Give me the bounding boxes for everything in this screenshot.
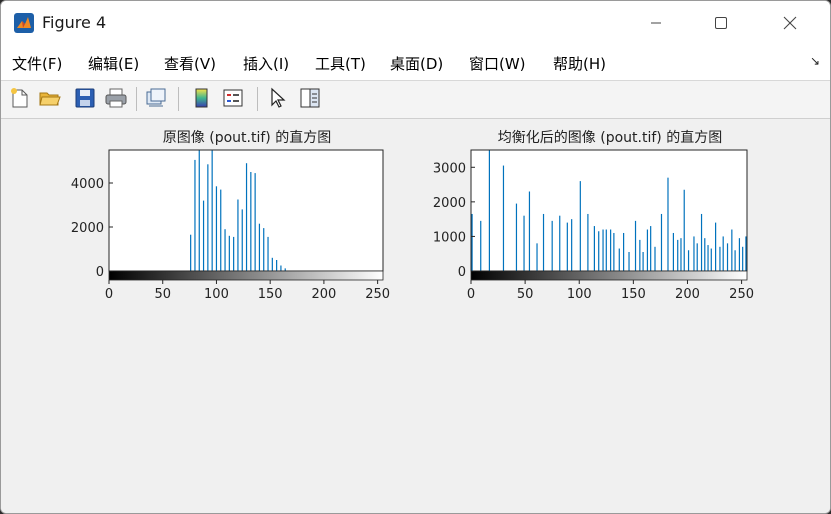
x-tick-label: 250 (729, 287, 754, 302)
y-tick-label: 4000 (71, 177, 104, 192)
x-tick-label: 100 (567, 287, 592, 302)
y-tick-label: 2000 (433, 196, 466, 211)
menu-desktop[interactable]: 桌面(D) (390, 53, 443, 74)
figure-plots: 原图像 (pout.tif) 的直方图 0 50 100 150 200 250 0 200… (71, 129, 754, 302)
toolbar-separator (178, 87, 179, 111)
minimize-icon (651, 22, 661, 24)
save-icon[interactable] (73, 86, 97, 110)
figure-window: Figure 4 文件(F) 编辑(E) 查看(V) 插入(I) 工具(T) 桌… (0, 0, 831, 514)
y-tick-label: 3000 (433, 161, 466, 176)
menu-tools[interactable]: 工具(T) (315, 53, 366, 74)
matlab-logo-icon (14, 13, 34, 33)
histogram-original: 原图像 (pout.tif) 的直方图 0 50 100 150 200 250 0 200… (71, 129, 390, 302)
insert-colorbar-icon[interactable] (190, 86, 214, 110)
grayscale-colorbar (470, 270, 748, 281)
figure-toolbar (1, 81, 830, 119)
grayscale-colorbar (108, 270, 384, 281)
x-tick-label: 200 (311, 287, 336, 302)
y-ticks: 0 2000 4000 (71, 177, 113, 280)
y-tick-label: 2000 (71, 221, 104, 236)
x-tick-label: 0 (467, 287, 475, 302)
y-ticks: 0 1000 2000 3000 (433, 161, 475, 280)
x-tick-label: 50 (154, 287, 171, 302)
histogram-equalized: 均衡化后的图像 (pout.tif) 的直方图 0 50 100 150 200 250 … (433, 129, 754, 302)
menu-insert[interactable]: 插入(I) (243, 53, 289, 74)
menu-window[interactable]: 窗口(W) (469, 53, 526, 74)
minimize-button[interactable] (633, 1, 679, 45)
pointer-icon[interactable] (266, 86, 290, 110)
new-figure-icon[interactable] (8, 86, 32, 110)
x-tick-label: 100 (204, 287, 229, 302)
y-tick-label: 1000 (433, 230, 466, 245)
insert-legend-icon[interactable] (221, 86, 245, 110)
open-file-icon[interactable] (38, 86, 62, 110)
x-ticks: 0 50 100 150 200 250 (105, 280, 390, 302)
menu-dock-arrow-icon[interactable]: ↘ (810, 54, 820, 68)
figure-canvas: 原图像 (pout.tif) 的直方图 0 50 100 150 200 250 0 200… (1, 119, 830, 513)
toolbar-separator (257, 87, 258, 111)
x-ticks: 0 50 100 150 200 250 (467, 280, 754, 302)
y-tick-label: 0 (96, 265, 104, 280)
close-button[interactable] (767, 1, 813, 45)
menu-file[interactable]: 文件(F) (12, 53, 62, 74)
x-tick-label: 0 (105, 287, 113, 302)
x-tick-label: 50 (517, 287, 534, 302)
menu-view[interactable]: 查看(V) (164, 53, 216, 74)
close-icon (783, 16, 797, 30)
maximize-icon (715, 17, 727, 29)
chart-title: 原图像 (pout.tif) 的直方图 (163, 129, 331, 146)
menu-help[interactable]: 帮助(H) (553, 53, 606, 74)
link-plot-icon[interactable] (144, 86, 168, 110)
window-title: Figure 4 (42, 13, 107, 32)
plot-area (471, 150, 747, 271)
x-tick-label: 150 (258, 287, 283, 302)
property-inspector-icon[interactable] (298, 86, 322, 110)
title-bar[interactable]: Figure 4 (1, 1, 830, 45)
y-tick-label: 0 (458, 265, 466, 280)
x-tick-label: 150 (621, 287, 646, 302)
menu-bar: 文件(F) 编辑(E) 查看(V) 插入(I) 工具(T) 桌面(D) 窗口(W… (1, 45, 830, 81)
x-tick-label: 200 (675, 287, 700, 302)
x-tick-label: 250 (365, 287, 390, 302)
print-icon[interactable] (104, 86, 128, 110)
chart-title: 均衡化后的图像 (pout.tif) 的直方图 (498, 129, 722, 146)
menu-edit[interactable]: 编辑(E) (88, 53, 139, 74)
maximize-button[interactable] (698, 1, 744, 45)
toolbar-separator (136, 87, 137, 111)
